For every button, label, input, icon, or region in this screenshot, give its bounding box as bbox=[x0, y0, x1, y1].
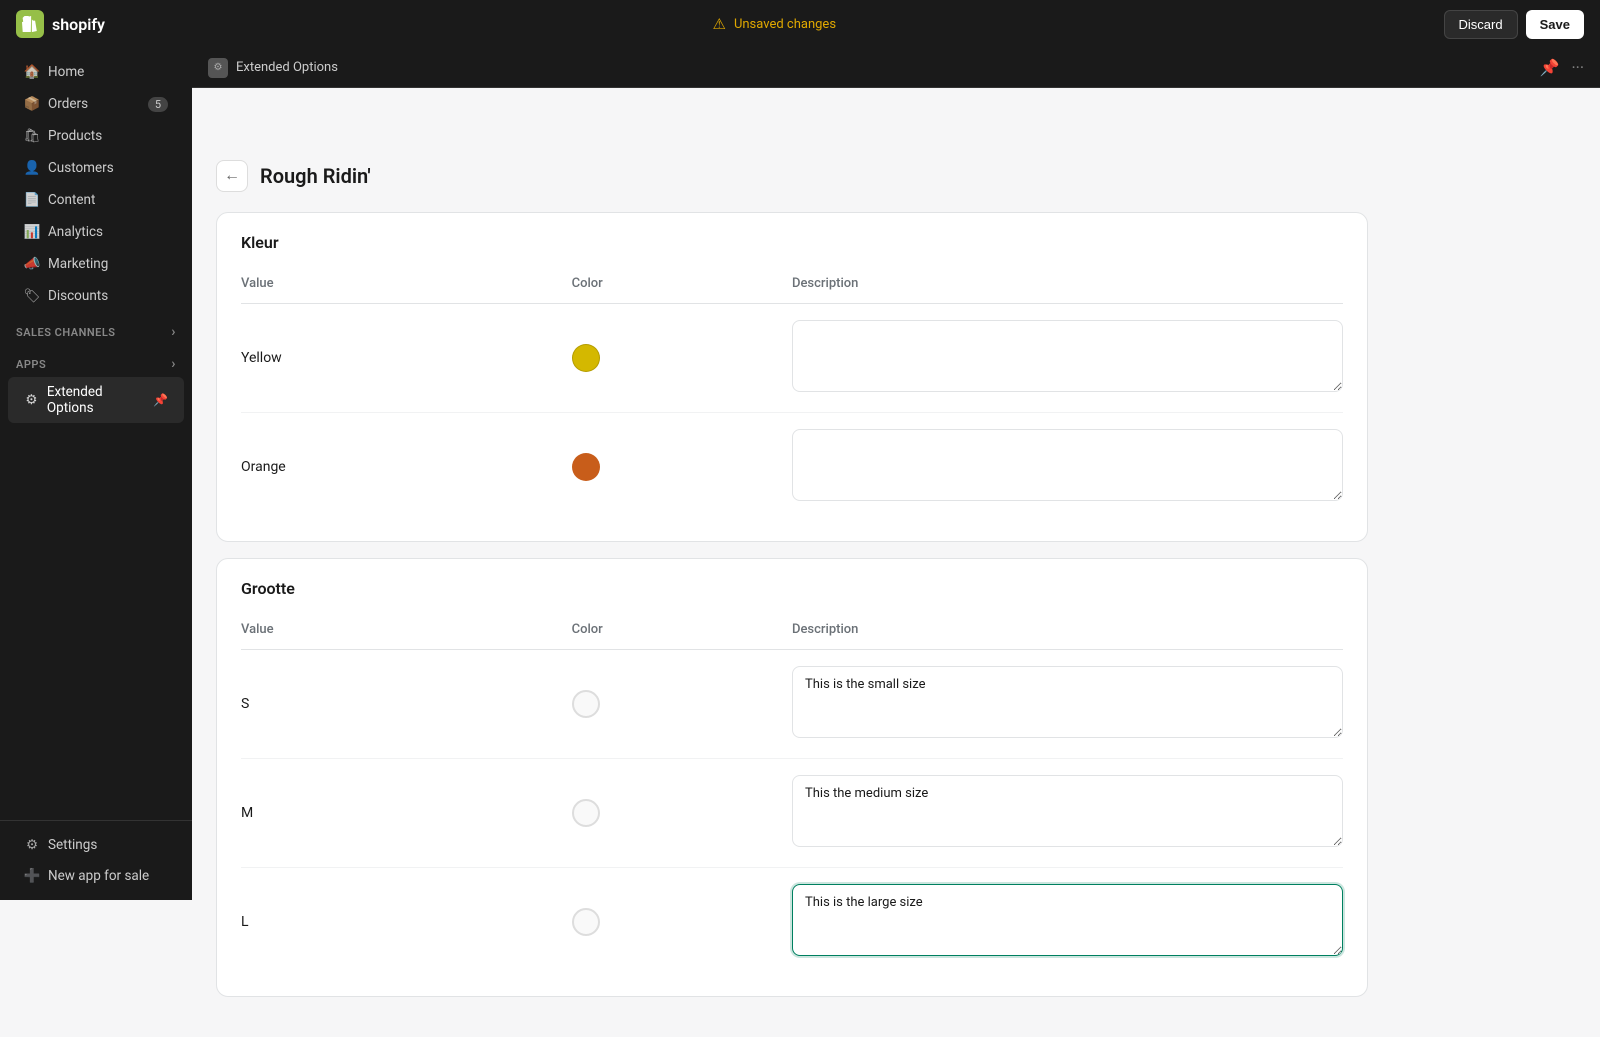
description-textarea-l[interactable]: This is the large size bbox=[792, 884, 1343, 956]
settings-icon: ⚙ bbox=[24, 837, 40, 853]
sub-header: ⚙ Extended Options 📌 ··· bbox=[192, 48, 1600, 88]
content-icon: 📄 bbox=[24, 192, 40, 208]
color-swatch-empty[interactable] bbox=[572, 908, 600, 936]
description-textarea-m[interactable]: This the medium size bbox=[792, 775, 1343, 847]
orders-icon: 📦 bbox=[24, 96, 40, 112]
grootte-col-color: Color bbox=[572, 614, 792, 650]
sidebar-item-analytics[interactable]: 📊 Analytics bbox=[8, 217, 184, 247]
sidebar-bottom: ⚙ Settings ➕ New app for sale bbox=[0, 820, 192, 892]
kleur-col-value: Value bbox=[241, 268, 572, 304]
sidebar-item-extended-options[interactable]: ⚙ Extended Options 📌 bbox=[8, 377, 184, 423]
sidebar-item-label: Customers bbox=[48, 160, 114, 176]
more-actions-icon[interactable]: ··· bbox=[1571, 58, 1584, 77]
sidebar-item-new-app[interactable]: ➕ New app for sale bbox=[8, 861, 184, 891]
row-value: M bbox=[241, 805, 253, 821]
grootte-card-title: Grootte bbox=[241, 579, 1343, 598]
sidebar-item-orders[interactable]: 📦 Orders 5 bbox=[8, 89, 184, 119]
apps-label: Apps bbox=[16, 358, 46, 371]
sidebar-item-label: Content bbox=[48, 192, 95, 208]
apps-section: Apps › bbox=[0, 344, 192, 376]
top-bar-actions: Discard Save bbox=[1444, 10, 1584, 39]
page-title: Rough Ridin' bbox=[260, 164, 371, 188]
sub-header-icon: ⚙ bbox=[208, 58, 228, 78]
table-row: M This the medium size bbox=[241, 759, 1343, 868]
row-value: L bbox=[241, 914, 249, 930]
save-button[interactable]: Save bbox=[1526, 10, 1584, 39]
kleur-col-description: Description bbox=[792, 268, 1343, 304]
grootte-col-value: Value bbox=[241, 614, 572, 650]
description-textarea-s[interactable]: This is the small size bbox=[792, 666, 1343, 738]
pin-icon: 📌 bbox=[153, 393, 168, 407]
color-swatch-empty[interactable] bbox=[572, 690, 600, 718]
main-content: ⚙ Extended Options 📌 ··· ← Rough Ridin' … bbox=[192, 48, 1600, 1037]
sub-header-actions: 📌 ··· bbox=[1540, 58, 1584, 77]
logo-text: shopify bbox=[52, 15, 105, 34]
grootte-col-description: Description bbox=[792, 614, 1343, 650]
sidebar-item-customers[interactable]: 👤 Customers bbox=[8, 153, 184, 183]
analytics-icon: 📊 bbox=[24, 224, 40, 240]
shopify-icon bbox=[16, 10, 44, 38]
unsaved-changes-notice: ⚠ Unsaved changes bbox=[713, 15, 837, 33]
sidebar-item-discounts[interactable]: 🏷 Discounts bbox=[8, 281, 184, 311]
sidebar-item-settings[interactable]: ⚙ Settings bbox=[8, 830, 184, 860]
row-value: S bbox=[241, 696, 249, 712]
sidebar-item-label: Marketing bbox=[48, 256, 108, 272]
table-row: Yellow bbox=[241, 304, 1343, 413]
color-swatch[interactable] bbox=[572, 453, 600, 481]
table-row: L This is the large size bbox=[241, 868, 1343, 977]
page-content: ← Rough Ridin' Kleur Value Color Descrip… bbox=[192, 136, 1392, 1037]
new-app-icon: ➕ bbox=[24, 868, 40, 884]
sales-channels-label: Sales channels bbox=[16, 326, 116, 339]
description-textarea[interactable] bbox=[792, 429, 1343, 501]
sidebar-item-label: Orders bbox=[48, 96, 88, 112]
row-value: Orange bbox=[241, 459, 286, 475]
sidebar-item-marketing[interactable]: 📣 Marketing bbox=[8, 249, 184, 279]
table-row: S This is the small size bbox=[241, 650, 1343, 759]
sidebar-item-content[interactable]: 📄 Content bbox=[8, 185, 184, 215]
discounts-icon: 🏷 bbox=[24, 288, 40, 304]
kleur-card-title: Kleur bbox=[241, 233, 1343, 252]
sidebar-item-label: Extended Options bbox=[47, 384, 145, 416]
kleur-table: Value Color Description Yellow bbox=[241, 268, 1343, 521]
kleur-col-color: Color bbox=[572, 268, 792, 304]
sidebar-item-label: Discounts bbox=[48, 288, 108, 304]
logo: shopify bbox=[16, 10, 105, 38]
customers-icon: 👤 bbox=[24, 160, 40, 176]
sidebar-item-home[interactable]: 🏠 Home bbox=[8, 57, 184, 87]
products-icon: 🛍 bbox=[24, 128, 40, 144]
orders-badge: 5 bbox=[148, 97, 168, 112]
apps-arrow[interactable]: › bbox=[171, 356, 176, 372]
sidebar: 🏠 Home 📦 Orders 5 🛍 Products 👤 Customers… bbox=[0, 48, 192, 900]
unsaved-changes-label: Unsaved changes bbox=[734, 17, 836, 32]
extended-options-icon: ⚙ bbox=[24, 392, 39, 408]
kleur-card: Kleur Value Color Description Yellow bbox=[216, 212, 1368, 542]
description-textarea[interactable] bbox=[792, 320, 1343, 392]
color-swatch-empty[interactable] bbox=[572, 799, 600, 827]
sidebar-item-products[interactable]: 🛍 Products bbox=[8, 121, 184, 151]
sidebar-item-label: New app for sale bbox=[48, 868, 149, 884]
pin-action-icon[interactable]: 📌 bbox=[1540, 58, 1560, 77]
marketing-icon: 📣 bbox=[24, 256, 40, 272]
page-title-row: ← Rough Ridin' bbox=[216, 160, 1368, 192]
table-row: Orange bbox=[241, 413, 1343, 522]
color-swatch[interactable] bbox=[572, 344, 600, 372]
sub-header-title: Extended Options bbox=[236, 60, 338, 75]
sales-channels-section: Sales channels › bbox=[0, 312, 192, 344]
discard-button[interactable]: Discard bbox=[1444, 10, 1518, 39]
sidebar-item-label: Settings bbox=[48, 837, 97, 853]
grootte-card: Grootte Value Color Description S bbox=[216, 558, 1368, 997]
row-value: Yellow bbox=[241, 350, 282, 366]
home-icon: 🏠 bbox=[24, 64, 40, 80]
sidebar-item-label: Home bbox=[48, 64, 84, 80]
top-bar: shopify ⚠ Unsaved changes Discard Save bbox=[0, 0, 1600, 48]
back-button[interactable]: ← bbox=[216, 160, 248, 192]
sidebar-item-label: Analytics bbox=[48, 224, 103, 240]
sales-channels-arrow[interactable]: › bbox=[171, 324, 176, 340]
grootte-table: Value Color Description S bbox=[241, 614, 1343, 976]
sidebar-item-label: Products bbox=[48, 128, 102, 144]
